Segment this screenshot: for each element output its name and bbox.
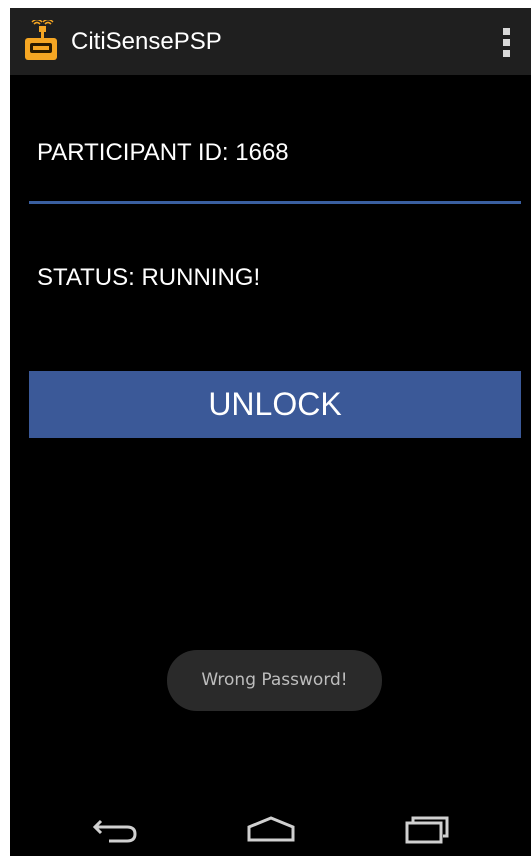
home-icon[interactable] (239, 808, 303, 848)
robot-antenna-icon (25, 18, 57, 60)
divider (29, 201, 521, 204)
recent-apps-icon[interactable] (391, 808, 455, 848)
action-bar: CitiSensePSP (10, 8, 531, 75)
participant-id-label: PARTICIPANT ID: 1668 (37, 139, 289, 166)
app-logo-icon (24, 18, 58, 60)
phone-screen: CitiSensePSP PARTICIPANT ID: 1668 STATUS… (10, 8, 531, 856)
toast-message: Wrong Password! (167, 650, 382, 711)
back-arrow-icon[interactable] (85, 808, 149, 848)
overflow-menu-icon[interactable] (494, 22, 518, 62)
status-label: STATUS: RUNNING! (37, 264, 261, 291)
unlock-button[interactable]: UNLOCK (29, 371, 521, 438)
app-title: CitiSensePSP (71, 28, 222, 55)
navigation-bar (10, 798, 531, 856)
